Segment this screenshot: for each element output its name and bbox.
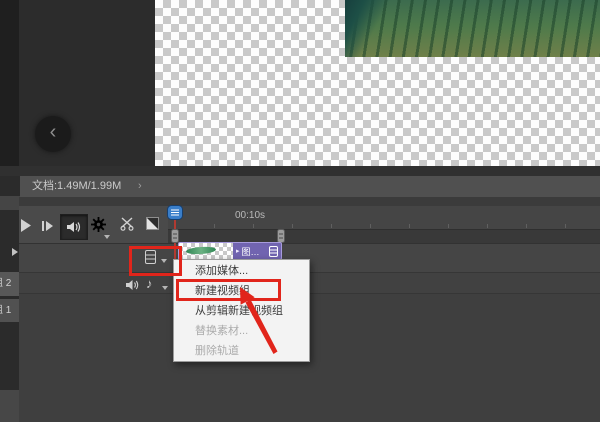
menu-item-delete-track: 删除轨道 [174, 341, 309, 361]
collapse-back-button[interactable]: ‹ [35, 116, 71, 152]
menu-item-new-video-group[interactable]: 新建视频组 [174, 281, 309, 301]
speaker-icon [67, 221, 81, 233]
transition-button[interactable] [146, 217, 159, 230]
scissors-icon [120, 217, 135, 231]
track-context-menu: 添加媒体... 新建视频组 从剪辑新建视频组 替换素材... 删除轨道 [173, 259, 310, 362]
step-forward-button[interactable] [42, 221, 53, 231]
layer-group-row-2[interactable]: 组 2 [0, 272, 20, 296]
panel-edge-block [0, 196, 20, 210]
work-area-end-handle[interactable] [277, 229, 285, 243]
canvas-bottom-strip [0, 166, 600, 176]
transition-icon [146, 217, 159, 230]
clip-thumbnail-art [186, 246, 216, 255]
menu-item-new-video-group-from-clips[interactable]: 从剪辑新建视频组 [174, 301, 309, 321]
left-panel-sliver [0, 0, 19, 166]
audio-speaker-icon[interactable] [126, 279, 139, 291]
timeline-ruler[interactable]: 00:10s [168, 206, 600, 230]
ruler-time-label: 00:10s [235, 210, 265, 221]
panel-edge-block [0, 390, 20, 422]
document-size-label: 文档:1.49M/1.99M [32, 176, 121, 197]
layer-group-label: 组 2 [0, 272, 11, 296]
work-area-start-handle[interactable] [171, 229, 179, 243]
layer-group-label: 组 1 [0, 299, 11, 322]
clip-thumbnail [179, 243, 233, 259]
timeline-settings-gear-icon[interactable] [91, 217, 106, 232]
track-disclosure-arrow[interactable] [12, 248, 18, 256]
clip-disclosure-arrow[interactable]: ▸ [236, 247, 240, 255]
layers-panel-edge: 组 2 组 1 [0, 176, 20, 422]
gear-dropdown-caret[interactable] [104, 235, 110, 239]
document-status-bar: 文档:1.49M/1.99M › [20, 176, 600, 197]
music-note-icon[interactable]: ♪ [146, 276, 153, 291]
clip-filter-icon[interactable] [269, 246, 278, 257]
video-track-options-caret[interactable] [161, 259, 167, 263]
clip-name: 图… [242, 245, 260, 258]
timeline-panel-top [19, 197, 600, 206]
video-track-filmstrip-icon[interactable] [145, 250, 156, 264]
status-options-chevron[interactable]: › [138, 176, 142, 197]
split-scissors-button[interactable] [120, 217, 135, 231]
mute-audio-button[interactable] [60, 214, 88, 240]
menu-item-add-media[interactable]: 添加媒体... [174, 261, 309, 281]
photoshop-timeline-screenshot: ‹ 文档:1.49M/1.99M › 组 2 组 1 [0, 0, 600, 422]
playhead-marker[interactable] [167, 205, 183, 220]
play-button[interactable] [20, 219, 31, 232]
layer-group-row-1[interactable]: 组 1 [0, 299, 20, 322]
audio-track-options-caret[interactable] [162, 286, 168, 290]
menu-item-replace-footage: 替换素材... [174, 321, 309, 341]
video-clip[interactable]: ▸ 图… [178, 242, 282, 260]
clip-header: ▸ 图… [233, 243, 281, 259]
field-photo-layer[interactable] [345, 0, 600, 57]
